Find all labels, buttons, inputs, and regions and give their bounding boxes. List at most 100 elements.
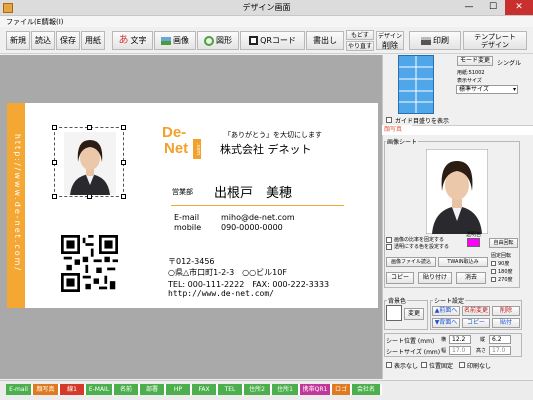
maximize-button[interactable]: ☐ [481, 0, 505, 15]
card-tagline[interactable]: 「ありがとう」を大切にします [224, 130, 322, 140]
sheet-size-label: シートサイズ (mm) [386, 349, 441, 356]
image-button[interactable]: 画像 [154, 31, 196, 50]
card-company[interactable]: 株式会社 デネット [220, 141, 312, 157]
card-name[interactable]: 出根戸 美穂 [214, 182, 292, 201]
title-bar: デザイン画面 — ☐ ✕ [0, 0, 533, 16]
delete-button[interactable]: 消去 [456, 272, 486, 284]
sheet-copy-button[interactable]: コピー [462, 318, 490, 328]
mode-change-button[interactable]: モード変更 [457, 56, 493, 66]
guide-checkbox[interactable] [386, 117, 392, 123]
print-button[interactable]: 印刷 [409, 31, 461, 50]
redo-button[interactable]: やり直す [346, 41, 374, 51]
rotate-90-checkbox[interactable] [491, 261, 496, 266]
layer-tag[interactable]: 部署 [140, 384, 166, 395]
card-email[interactable]: miho@de-net.com [221, 213, 295, 222]
card-mobile[interactable]: 090-0000-0000 [221, 223, 283, 232]
new-button[interactable]: 新規 [6, 31, 30, 50]
qr-code[interactable] [61, 235, 118, 292]
resize-handle[interactable] [121, 160, 126, 165]
layer-tag[interactable]: 会社名 [352, 384, 382, 395]
page-layout-preview[interactable] [398, 55, 434, 114]
open-button[interactable]: 読込 [31, 31, 55, 50]
resize-handle[interactable] [52, 194, 57, 199]
design-delete-label: 削除 [382, 41, 398, 50]
toolbar: 新規 読込 保存 用紙 あ文字 画像 図形 QRコード 書出し もどす やり直す… [0, 27, 533, 54]
save-button[interactable]: 保存 [56, 31, 80, 50]
file-load-button[interactable]: 画像ファイル読込 [386, 257, 436, 267]
rotate-270-checkbox[interactable] [491, 277, 496, 282]
paper-button[interactable]: 用紙 [81, 31, 105, 50]
qr-button[interactable]: QRコード [240, 31, 305, 50]
chevron-down-icon: ▾ [512, 86, 516, 93]
resize-handle[interactable] [121, 194, 126, 199]
trans-color-swatch[interactable] [467, 238, 480, 247]
bring-front-button[interactable]: ▲前面へ [432, 306, 460, 316]
close-button[interactable]: ✕ [505, 0, 533, 15]
rotate-90-label: 90度 [498, 261, 510, 267]
twain-button[interactable]: TWAIN取込み [438, 257, 488, 267]
rotate-180-checkbox[interactable] [491, 269, 496, 274]
text-button[interactable]: あ文字 [112, 31, 153, 50]
tab-face-photo[interactable]: 顔写真 [382, 125, 412, 135]
no-print-checkbox[interactable] [459, 362, 465, 368]
send-back-button[interactable]: ▼背面へ [432, 318, 460, 328]
portrait-photo [64, 132, 116, 195]
layer-tag[interactable]: 住所2 [244, 384, 272, 395]
free-rotate-button[interactable]: 自由回転 [489, 238, 518, 248]
company-logo[interactable]: De- Net .com [162, 124, 206, 164]
card-email-label[interactable]: E-mail [174, 213, 199, 222]
layer-tag[interactable]: E-mail [6, 384, 33, 395]
pos-y-input[interactable]: 6.2 [489, 335, 511, 344]
menu-file[interactable]: ファイル(E) [6, 17, 44, 27]
card-url[interactable]: http://www.de-net.com/ [168, 289, 274, 298]
window-title: デザイン画面 [242, 3, 291, 12]
text-icon: あ [118, 35, 129, 46]
layer-tag[interactable]: E-MAIL [86, 384, 114, 395]
resize-handle[interactable] [52, 160, 57, 165]
sheet-delete-button[interactable]: 削除 [492, 306, 520, 316]
copy-button[interactable]: コピー [386, 272, 414, 284]
export-button[interactable]: 書出し [306, 31, 344, 50]
pos-x-input[interactable]: 12.2 [449, 335, 471, 344]
bgcolor-change-button[interactable]: 変更 [404, 308, 424, 320]
stripe-url-text: http://www.de-net.com/ [13, 133, 22, 273]
resize-handle[interactable] [52, 125, 57, 130]
sheet-paste-button[interactable]: 貼付 [492, 318, 520, 328]
layer-tag[interactable]: 顔写真 [33, 384, 60, 395]
size-h-input[interactable]: 17.0 [489, 346, 511, 355]
paper-label: 用紙:51002 [457, 70, 485, 76]
size-w-label: 幅 [441, 348, 447, 354]
card-address[interactable]: ○県△市口町1-2-3 ○○ビル10F [168, 267, 287, 278]
resize-handle[interactable] [87, 125, 92, 130]
shape-icon [204, 35, 214, 46]
design-delete-button[interactable]: デザイン 削除 [376, 31, 404, 50]
trans-set-checkbox[interactable] [386, 244, 392, 250]
layer-tag[interactable]: FAX [192, 384, 218, 395]
card-mobile-label[interactable]: mobile [174, 223, 201, 232]
keep-ratio-checkbox[interactable] [386, 237, 392, 243]
display-size-select[interactable]: 標準サイズ ▾ [456, 85, 518, 94]
layer-tag[interactable]: 住所1 [272, 384, 300, 395]
bgcolor-swatch[interactable] [386, 305, 402, 321]
card-zip[interactable]: 〒012-3456 [168, 256, 215, 267]
paste-button[interactable]: 貼り付け [418, 272, 452, 284]
rename-button[interactable]: 名前変更 [462, 306, 490, 316]
layer-tag[interactable]: ロゴ [332, 384, 352, 395]
logo-com: .com [193, 139, 201, 159]
size-w-input[interactable]: 17.0 [449, 346, 471, 355]
minimize-button[interactable]: — [457, 0, 481, 15]
undo-button[interactable]: もどす [346, 30, 374, 40]
hide-checkbox[interactable] [386, 362, 392, 368]
fix-pos-checkbox[interactable] [421, 362, 427, 368]
layer-tag[interactable]: 名前 [114, 384, 140, 395]
card-dept[interactable]: 営業部 [172, 187, 193, 197]
shape-button[interactable]: 図形 [197, 31, 239, 50]
menu-info[interactable]: 情報(I) [42, 17, 64, 27]
layer-tag[interactable]: 携帯QR1 [300, 384, 332, 395]
resize-handle[interactable] [121, 125, 126, 130]
layer-tag[interactable]: HP [166, 384, 192, 395]
layer-tag[interactable]: TEL [218, 384, 244, 395]
menu-bar: ファイル(E) 情報(I) [0, 16, 533, 27]
layer-tag[interactable]: 線1 [60, 384, 86, 395]
template-design-button[interactable]: テンプレート デザイン [463, 31, 527, 50]
